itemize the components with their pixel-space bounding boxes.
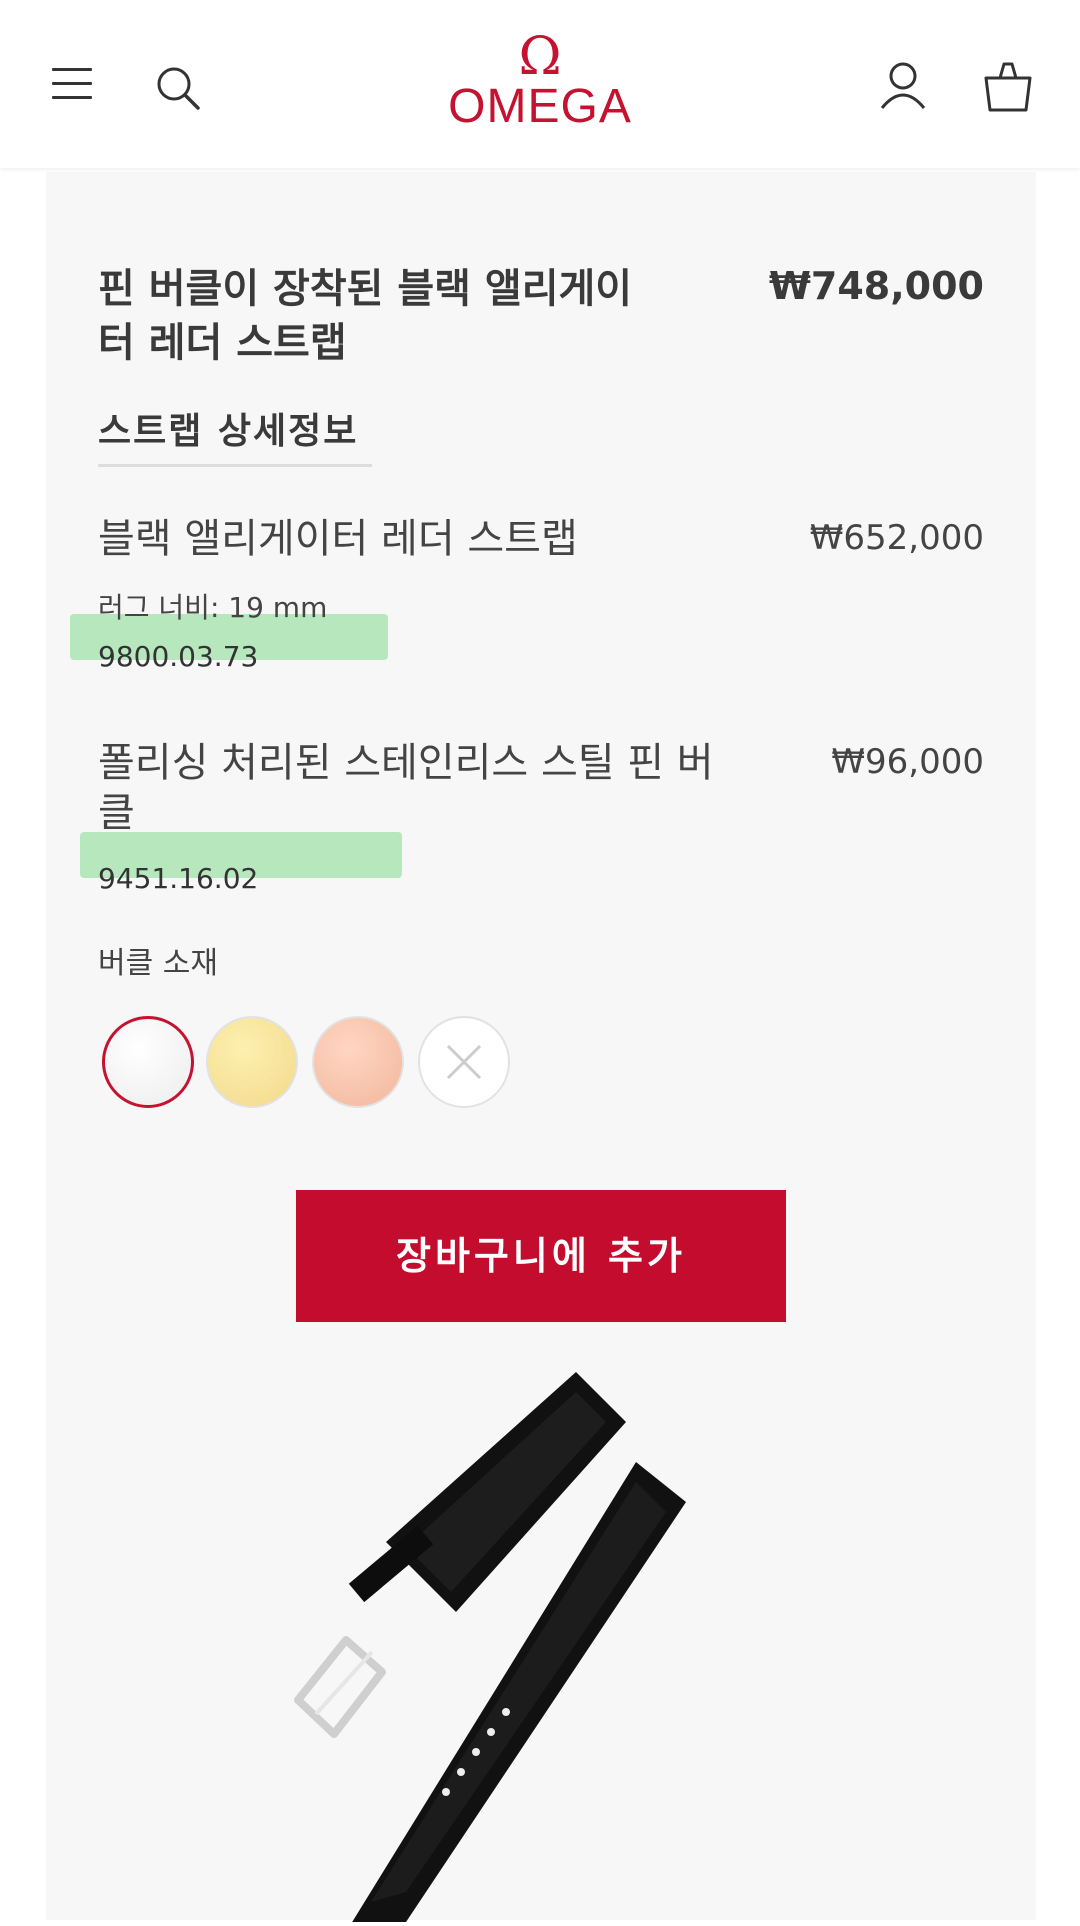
strap-item-price: ₩652,000 [809, 518, 984, 558]
buckle-item-name: 폴리싱 처리된 스테인리스 스틸 핀 버클 [98, 740, 714, 836]
omega-symbol: Ω [518, 27, 562, 87]
lug-width-text: 러그 너비: 19 mm [98, 591, 328, 624]
top-navigation-bar: Ω OMEGA [0, 0, 1080, 168]
cart-icon[interactable] [980, 58, 1036, 114]
swatch-yellow-gold[interactable] [206, 1016, 298, 1108]
strap-item-code: 9800.03.73 [98, 640, 259, 673]
menu-icon[interactable] [52, 68, 92, 100]
strap-details-title: 스트랩 상세정보 [98, 411, 359, 452]
strap-product-image [276, 1362, 816, 1926]
product-title: 핀 버클이 장착된 블랙 앨리게이터 레더 스트랩 [98, 266, 633, 366]
account-icon[interactable] [878, 60, 928, 112]
swatch-none[interactable] [418, 1016, 510, 1108]
add-to-cart-button[interactable]: 장바구니에 추가 [296, 1190, 786, 1322]
buckle-material-options [102, 1016, 522, 1112]
strap-item-name: 블랙 앨리게이터 레더 스트랩 [98, 516, 578, 562]
section-divider [98, 464, 372, 467]
search-icon[interactable] [152, 62, 204, 114]
product-price: ₩748,000 [769, 264, 984, 308]
close-icon [446, 1044, 482, 1080]
buckle-material-label: 버클 소재 [98, 946, 218, 981]
buckle-item-price: ₩96,000 [831, 742, 984, 782]
swatch-steel[interactable] [102, 1016, 194, 1108]
brand-wordmark: OMEGA [448, 80, 632, 133]
swatch-rose-gold[interactable] [312, 1016, 404, 1108]
strap-configurator-panel: 핀 버클이 장착된 블랙 앨리게이터 레더 스트랩 ₩748,000 스트랩 상… [46, 172, 1036, 1926]
omega-logo[interactable]: Ω OMEGA [440, 27, 640, 133]
buckle-item-code: 9451.16.02 [98, 862, 259, 895]
